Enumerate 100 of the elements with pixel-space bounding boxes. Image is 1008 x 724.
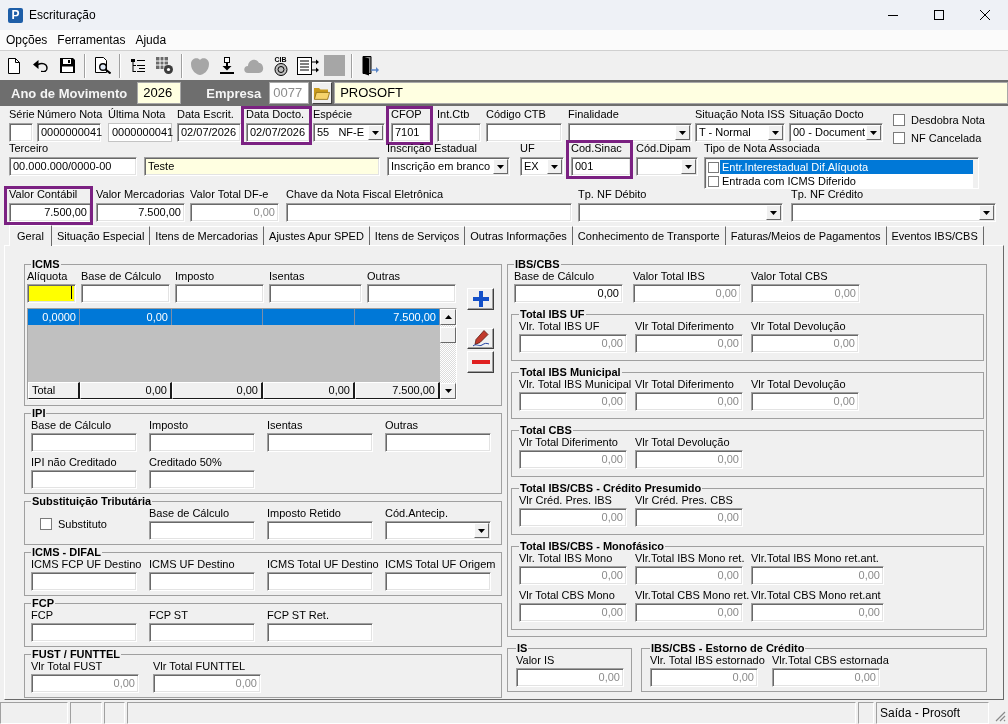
total-cell: 0,00 <box>263 382 355 399</box>
input-field[interactable] <box>269 284 362 303</box>
checkbox[interactable] <box>893 114 905 126</box>
tab[interactable]: Itens de Mercadorias <box>150 226 265 245</box>
input-field[interactable] <box>149 623 255 642</box>
input-field[interactable] <box>367 284 456 303</box>
input-field[interactable] <box>149 433 255 452</box>
input-field[interactable]: 02/07/2026 <box>246 123 310 142</box>
input-field[interactable]: 0000000041 <box>108 123 172 142</box>
field-label: ICMS Total UF Destino <box>267 558 379 570</box>
edit-button[interactable] <box>467 328 494 349</box>
checkbox[interactable] <box>708 161 719 173</box>
tab[interactable]: Eventos IBS/CBS <box>886 226 984 245</box>
field-label: Data Escrit. <box>177 108 234 121</box>
field-label: CFOP <box>391 108 422 121</box>
input-field[interactable]: 02/07/2026 <box>177 123 241 142</box>
field-label: Base de Cálculo <box>81 270 162 282</box>
input-field[interactable] <box>31 623 137 642</box>
dropdown[interactable] <box>578 203 783 222</box>
tab[interactable]: Geral <box>9 225 52 246</box>
tab[interactable]: Conhecimento de Transporte <box>572 226 726 245</box>
dropdown[interactable]: 55 NF-E <box>313 123 385 142</box>
input-field[interactable]: 00.000.000/0000-00 <box>9 157 137 176</box>
checkbox[interactable] <box>893 132 905 144</box>
input-field[interactable] <box>385 433 491 452</box>
tab[interactable]: Ajustes Apur SPED <box>264 226 370 245</box>
total-cell: Total <box>28 382 80 399</box>
field-label: Tp. NF Débito <box>578 188 647 201</box>
input-field[interactable] <box>149 572 255 591</box>
input-field[interactable] <box>81 284 170 303</box>
folder-icon <box>314 86 331 100</box>
scrollbar[interactable] <box>440 309 456 399</box>
input-field[interactable] <box>385 572 491 591</box>
menu-item[interactable]: Ajuda <box>130 31 172 49</box>
dropdown[interactable]: T - Normal <box>695 123 785 142</box>
input-field[interactable] <box>31 433 137 452</box>
input-field[interactable] <box>31 572 137 591</box>
field-label: Base de Cálculo <box>514 270 595 282</box>
input-field[interactable] <box>286 203 572 222</box>
field-label: Outras <box>385 419 418 431</box>
folder-button[interactable] <box>312 82 333 104</box>
checkbox[interactable] <box>40 518 52 530</box>
field-label: Valor Mercadorias <box>96 188 185 201</box>
input-field[interactable] <box>27 284 76 303</box>
door-icon <box>360 55 379 76</box>
field-label: Última Nota <box>108 108 166 121</box>
input-field[interactable] <box>267 521 373 540</box>
input-field[interactable] <box>9 123 33 142</box>
tab[interactable]: Faturas/Meios de Pagamentos <box>725 226 887 245</box>
input-field[interactable]: 7.500,00 <box>9 203 91 222</box>
scroll-down-button[interactable] <box>440 383 456 399</box>
tab[interactable]: Situação Especial <box>51 226 151 245</box>
year-field[interactable]: 2026 <box>137 82 182 104</box>
status-panel <box>70 702 102 724</box>
tab[interactable]: Itens de Serviços <box>369 226 466 245</box>
dropdown[interactable] <box>791 203 996 222</box>
input-field[interactable] <box>267 572 373 591</box>
group-title: Total IBS/CBS - Monofásico <box>519 541 666 552</box>
resize-grip-icon <box>995 711 1006 722</box>
input-field[interactable]: 001 <box>571 157 631 176</box>
input-field[interactable]: 7.500,00 <box>96 203 185 222</box>
input-field[interactable] <box>486 123 562 142</box>
field-label: Valor Total IBS <box>633 270 705 282</box>
field-label: Vlr Total FUST <box>31 660 103 672</box>
input-field[interactable] <box>267 623 373 642</box>
input-field[interactable] <box>149 521 255 540</box>
field-label: Vlr Total Diferimento <box>519 436 618 448</box>
dropdown[interactable] <box>568 123 692 142</box>
input-field[interactable] <box>175 284 264 303</box>
menu-item[interactable]: Opções <box>1 31 53 49</box>
dropdown[interactable]: EX <box>520 157 564 176</box>
group-title: Total IBS Municipal <box>519 367 622 378</box>
input-field[interactable]: 7101 <box>391 123 431 142</box>
menu-item[interactable]: Ferramentas <box>52 31 131 49</box>
list-item[interactable]: Entr.Interestadual Dif.Alíquota <box>720 160 973 174</box>
input-field[interactable] <box>149 470 255 489</box>
add-button[interactable] <box>467 288 494 310</box>
checkbox[interactable] <box>708 175 719 187</box>
dropdown[interactable]: Inscrição em branco <box>387 157 510 176</box>
input-field[interactable]: 0,00 <box>514 284 623 303</box>
remove-button[interactable] <box>467 351 494 373</box>
scroll-thumb[interactable] <box>440 327 456 343</box>
input-field[interactable] <box>267 433 373 452</box>
tab[interactable]: Outras Informações <box>465 226 573 245</box>
company-name-field[interactable]: PROSOFT <box>334 82 1008 104</box>
document-magnifier-icon <box>94 57 111 74</box>
input-field[interactable]: Teste <box>144 157 380 176</box>
dropdown[interactable] <box>636 157 698 176</box>
grid-row[interactable]: 0,0000 0,00 7.500,00 <box>28 309 440 325</box>
input-field[interactable] <box>437 123 481 142</box>
input-field[interactable]: 0000000041 <box>37 123 101 142</box>
dropdown[interactable]: 00 - Document <box>789 123 883 142</box>
field-label: Valor Total DF-e <box>190 188 269 201</box>
input-field[interactable] <box>31 470 137 489</box>
field-label: Outras <box>367 270 400 282</box>
field-label: Código CTB <box>486 108 546 121</box>
save-icon <box>60 58 75 73</box>
dropdown[interactable] <box>385 521 491 540</box>
app-logo: P <box>8 7 23 23</box>
scroll-up-button[interactable] <box>440 309 456 325</box>
